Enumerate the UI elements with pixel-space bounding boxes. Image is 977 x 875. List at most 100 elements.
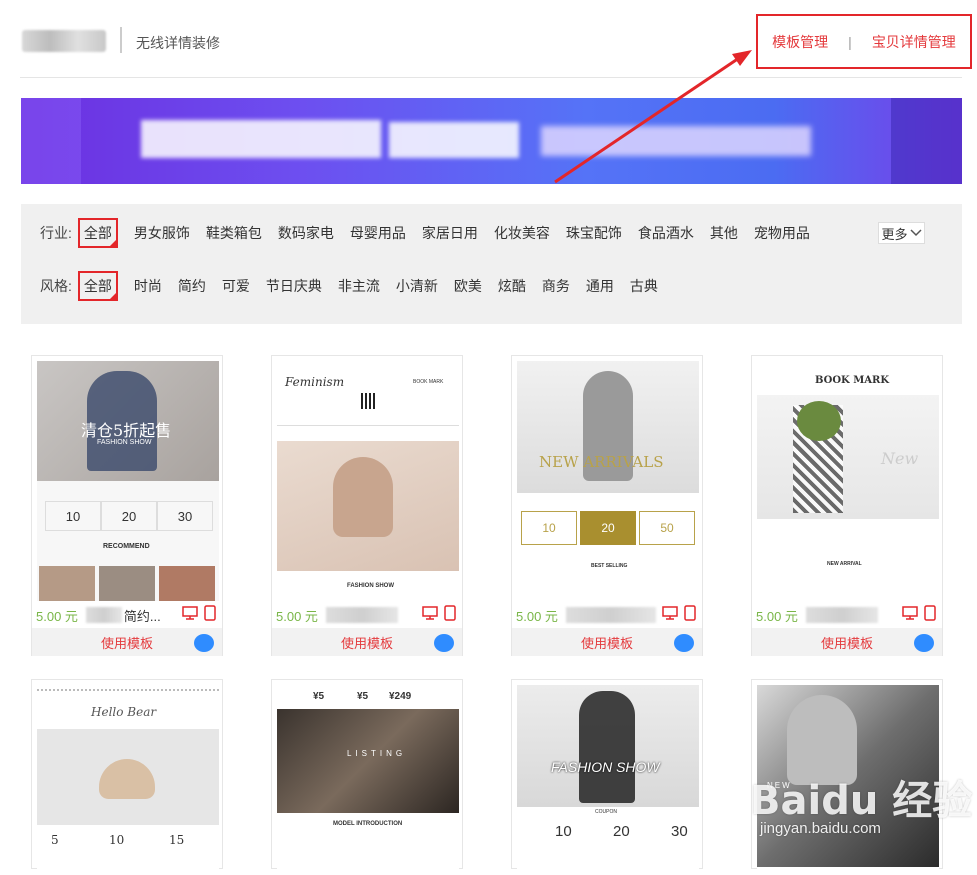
chat-icon[interactable] [434, 634, 454, 652]
thumbnail-subtitle: FASHION SHOW [97, 439, 152, 446]
coupon-value: 20 [101, 501, 157, 531]
more-button[interactable]: 更多 [878, 222, 925, 244]
device-icons [902, 605, 936, 621]
thumbnail-title: LISTING [347, 749, 407, 758]
style-filter-item[interactable]: 商务 [542, 276, 570, 296]
mobile-icon [204, 605, 216, 621]
template-thumbnail[interactable]: 清仓5折起售 FASHION SHOW 10 20 30 RECOMMEND [37, 361, 219, 601]
template-card[interactable]: NEW ARRIVALS 10 20 50 BEST SELLING 5.00 … [511, 355, 703, 656]
coupon-value: 10 [521, 511, 577, 545]
industry-filter-item[interactable]: 家居日用 [422, 223, 478, 243]
industry-filter-item[interactable]: 全部 [77, 218, 118, 248]
template-card[interactable]: BOOK MARK New NEW ARRIVAL 5.00 元 使用模板 [751, 355, 943, 656]
desktop-icon [422, 606, 438, 620]
style-filter-item[interactable]: 简约 [178, 276, 206, 296]
industry-filter-item[interactable]: 其他 [710, 223, 738, 243]
template-card[interactable]: Feminism BOOK MARK FASHION SHOW 5.00 元 使… [271, 355, 463, 656]
style-filter-item[interactable]: 可爱 [222, 276, 250, 296]
template-card[interactable]: FASHION SHOW COUPON 10 20 30 [511, 679, 703, 875]
template-card[interactable]: Hello Bear 5 10 15 [31, 679, 223, 875]
use-template-label: 使用模板 [580, 635, 633, 651]
coupon-value: 30 [157, 501, 213, 531]
use-template-label: 使用模板 [340, 635, 393, 651]
style-filter-item[interactable]: 炫酷 [498, 276, 526, 296]
device-icons [422, 605, 456, 621]
desktop-icon [182, 606, 198, 620]
coupon-value: 10 [109, 833, 125, 847]
style-filter-item[interactable]: 非主流 [338, 276, 380, 296]
thumbnail-title: Feminism [285, 375, 345, 389]
device-icons [182, 605, 216, 621]
use-template-button[interactable]: 使用模板 [272, 628, 462, 656]
price-row: 5.00 元 [512, 602, 702, 628]
style-filter-item[interactable]: 时尚 [134, 276, 162, 296]
style-filter-item[interactable]: 古典 [630, 276, 658, 296]
use-template-button[interactable]: 使用模板 [752, 628, 942, 656]
coupon-value: 30 [671, 823, 688, 840]
coupon-value: 5 [51, 833, 59, 847]
use-template-label: 使用模板 [820, 635, 873, 651]
template-name [85, 607, 122, 623]
template-name [805, 607, 878, 623]
template-thumbnail[interactable]: Hello Bear 5 10 15 [37, 685, 219, 875]
industry-filter-item[interactable]: 鞋类箱包 [206, 223, 262, 243]
thumbnail-title: 清仓5折起售 [81, 421, 172, 440]
chat-icon[interactable] [674, 634, 694, 652]
thumbnail-section-title: FASHION SHOW [347, 583, 395, 589]
industry-filter-item[interactable]: 母婴用品 [350, 223, 406, 243]
use-template-label: 使用模板 [100, 635, 153, 651]
industry-filter-item[interactable]: 珠宝配饰 [566, 223, 622, 243]
chat-icon[interactable] [194, 634, 214, 652]
template-name [565, 607, 656, 623]
industry-filter-item[interactable]: 数码家电 [278, 223, 334, 243]
shop-logo [22, 30, 106, 52]
template-card[interactable]: 清仓5折起售 FASHION SHOW 10 20 30 RECOMMEND 5… [31, 355, 223, 656]
device-icons [662, 605, 696, 621]
baidu-watermark: Baidu 经验 [750, 778, 973, 824]
baidu-watermark-url: jingyan.baidu.com [760, 820, 881, 837]
industry-filter-item[interactable]: 男女服饰 [134, 223, 190, 243]
item-detail-manage-link[interactable]: 宝贝详情管理 [872, 32, 956, 52]
template-thumbnail[interactable]: NEW ARRIVALS 10 20 50 BEST SELLING [517, 361, 699, 601]
desktop-icon [902, 606, 918, 620]
thumbnail-title: Hello Bear [91, 705, 157, 719]
style-filter-item[interactable]: 欧美 [454, 276, 482, 296]
filter-panel: 行业: 全部 男女服饰 鞋类箱包 数码家电 母婴用品 家居日用 化妆美容 珠宝配饰 食品酒水 其他… [21, 204, 962, 324]
mobile-icon [684, 605, 696, 621]
style-label: 风格: [40, 278, 72, 294]
style-filter-row: 风格: 全部 时尚 简约 可爱 节日庆典 非主流 小清新 欧美 炫酷 商务 通用 古典 [21, 271, 666, 301]
template-thumbnail[interactable]: Feminism BOOK MARK FASHION SHOW [277, 361, 459, 601]
use-template-button[interactable]: 使用模板 [32, 628, 222, 656]
thumbnail-subtitle: New [881, 449, 919, 468]
template-manage-link[interactable]: 模板管理 [772, 32, 828, 52]
style-filter-item[interactable]: 通用 [586, 276, 614, 296]
coupon-value: 15 [169, 833, 185, 847]
style-filter-item[interactable]: 小清新 [396, 276, 438, 296]
industry-filter-row: 行业: 全部 男女服饰 鞋类箱包 数码家电 母婴用品 家居日用 化妆美容 珠宝配饰 食品酒水 其他… [21, 218, 818, 248]
thumbnail-section-title: RECOMMEND [103, 543, 150, 550]
use-template-button[interactable]: 使用模板 [512, 628, 702, 656]
industry-filter-item[interactable]: 宠物用品 [754, 223, 810, 243]
template-name-tail: 简约... [123, 608, 161, 624]
template-thumbnail[interactable]: ¥5 ¥5 ¥249 LISTING MODEL INTRODUCTION [277, 685, 459, 875]
price-row: 5.00 元 简约... [32, 602, 222, 628]
coupon-value: 50 [639, 511, 695, 545]
thumbnail-title: BOOK MARK [815, 375, 890, 386]
template-thumbnail[interactable]: FASHION SHOW COUPON 10 20 30 [517, 685, 699, 875]
industry-filter-item[interactable]: 化妆美容 [494, 223, 550, 243]
thumbnail-subtitle: BOOK MARK [413, 379, 444, 385]
price-label: 5.00 元 [276, 608, 318, 624]
template-thumbnail[interactable]: BOOK MARK New NEW ARRIVAL [757, 361, 939, 601]
chat-icon[interactable] [914, 634, 934, 652]
promo-banner[interactable] [21, 98, 962, 184]
template-card[interactable]: ¥5 ¥5 ¥249 LISTING MODEL INTRODUCTION [271, 679, 463, 875]
industry-filter-item[interactable]: 食品酒水 [638, 223, 694, 243]
price-tag: ¥5 [357, 691, 369, 702]
industry-label: 行业: [40, 225, 72, 241]
coupon-value: 20 [580, 511, 636, 545]
page-title: 无线详情装修 [136, 35, 220, 51]
thumbnail-section-title: BEST SELLING [591, 563, 628, 569]
style-filter-item[interactable]: 全部 [77, 271, 118, 301]
style-filter-item[interactable]: 节日庆典 [266, 276, 322, 296]
coupon-value: 10 [555, 823, 572, 840]
